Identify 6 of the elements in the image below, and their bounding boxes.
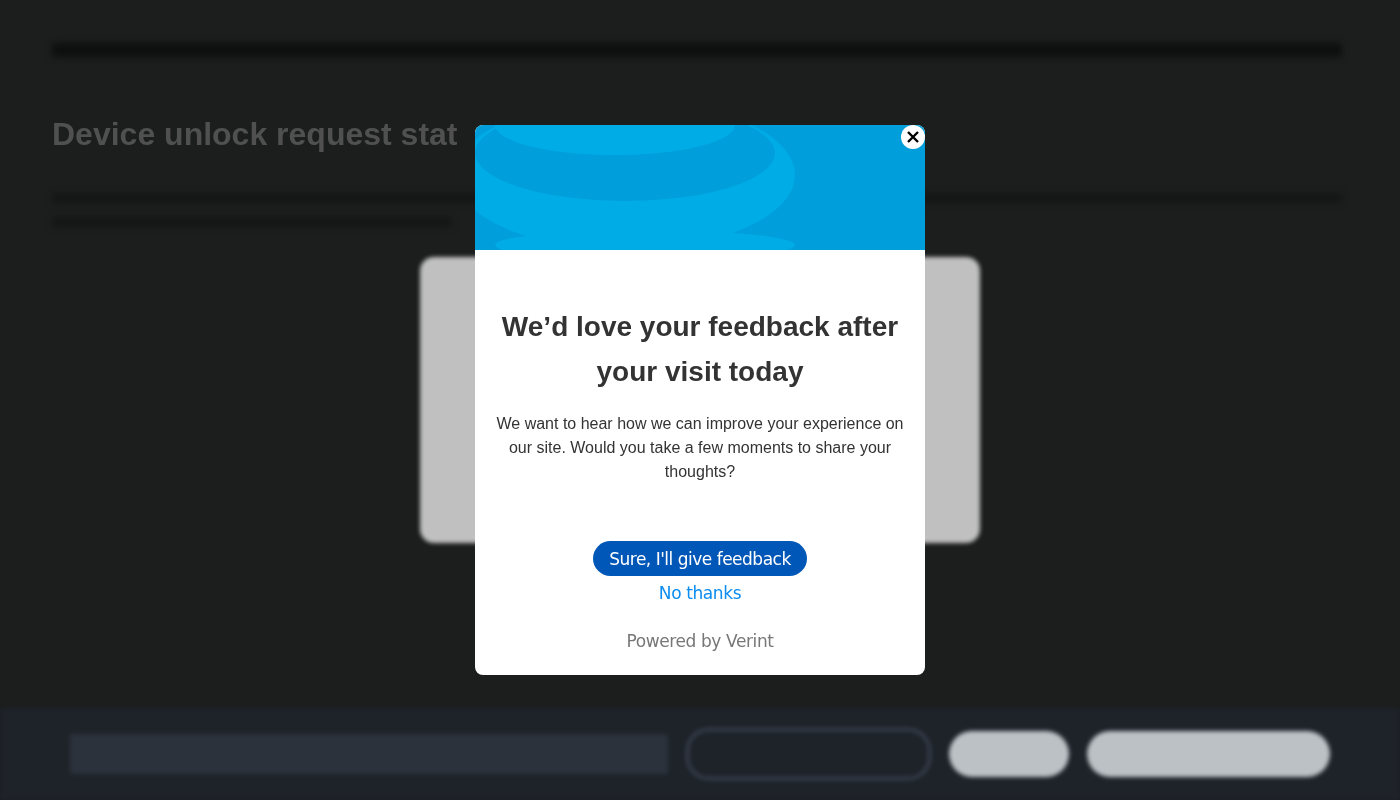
dialog-title: We’d love your feedback after your visit today (500, 310, 900, 389)
give-feedback-button[interactable]: Sure, I'll give feedback (593, 541, 807, 576)
dialog-message: We want to hear how we can improve your experience on our site. Would you take a few moments to share your thoughts? (495, 414, 905, 482)
close-icon (906, 130, 920, 144)
powered-by-text: Powered by Verint (626, 631, 774, 651)
no-thanks-link[interactable]: No thanks (658, 583, 742, 603)
